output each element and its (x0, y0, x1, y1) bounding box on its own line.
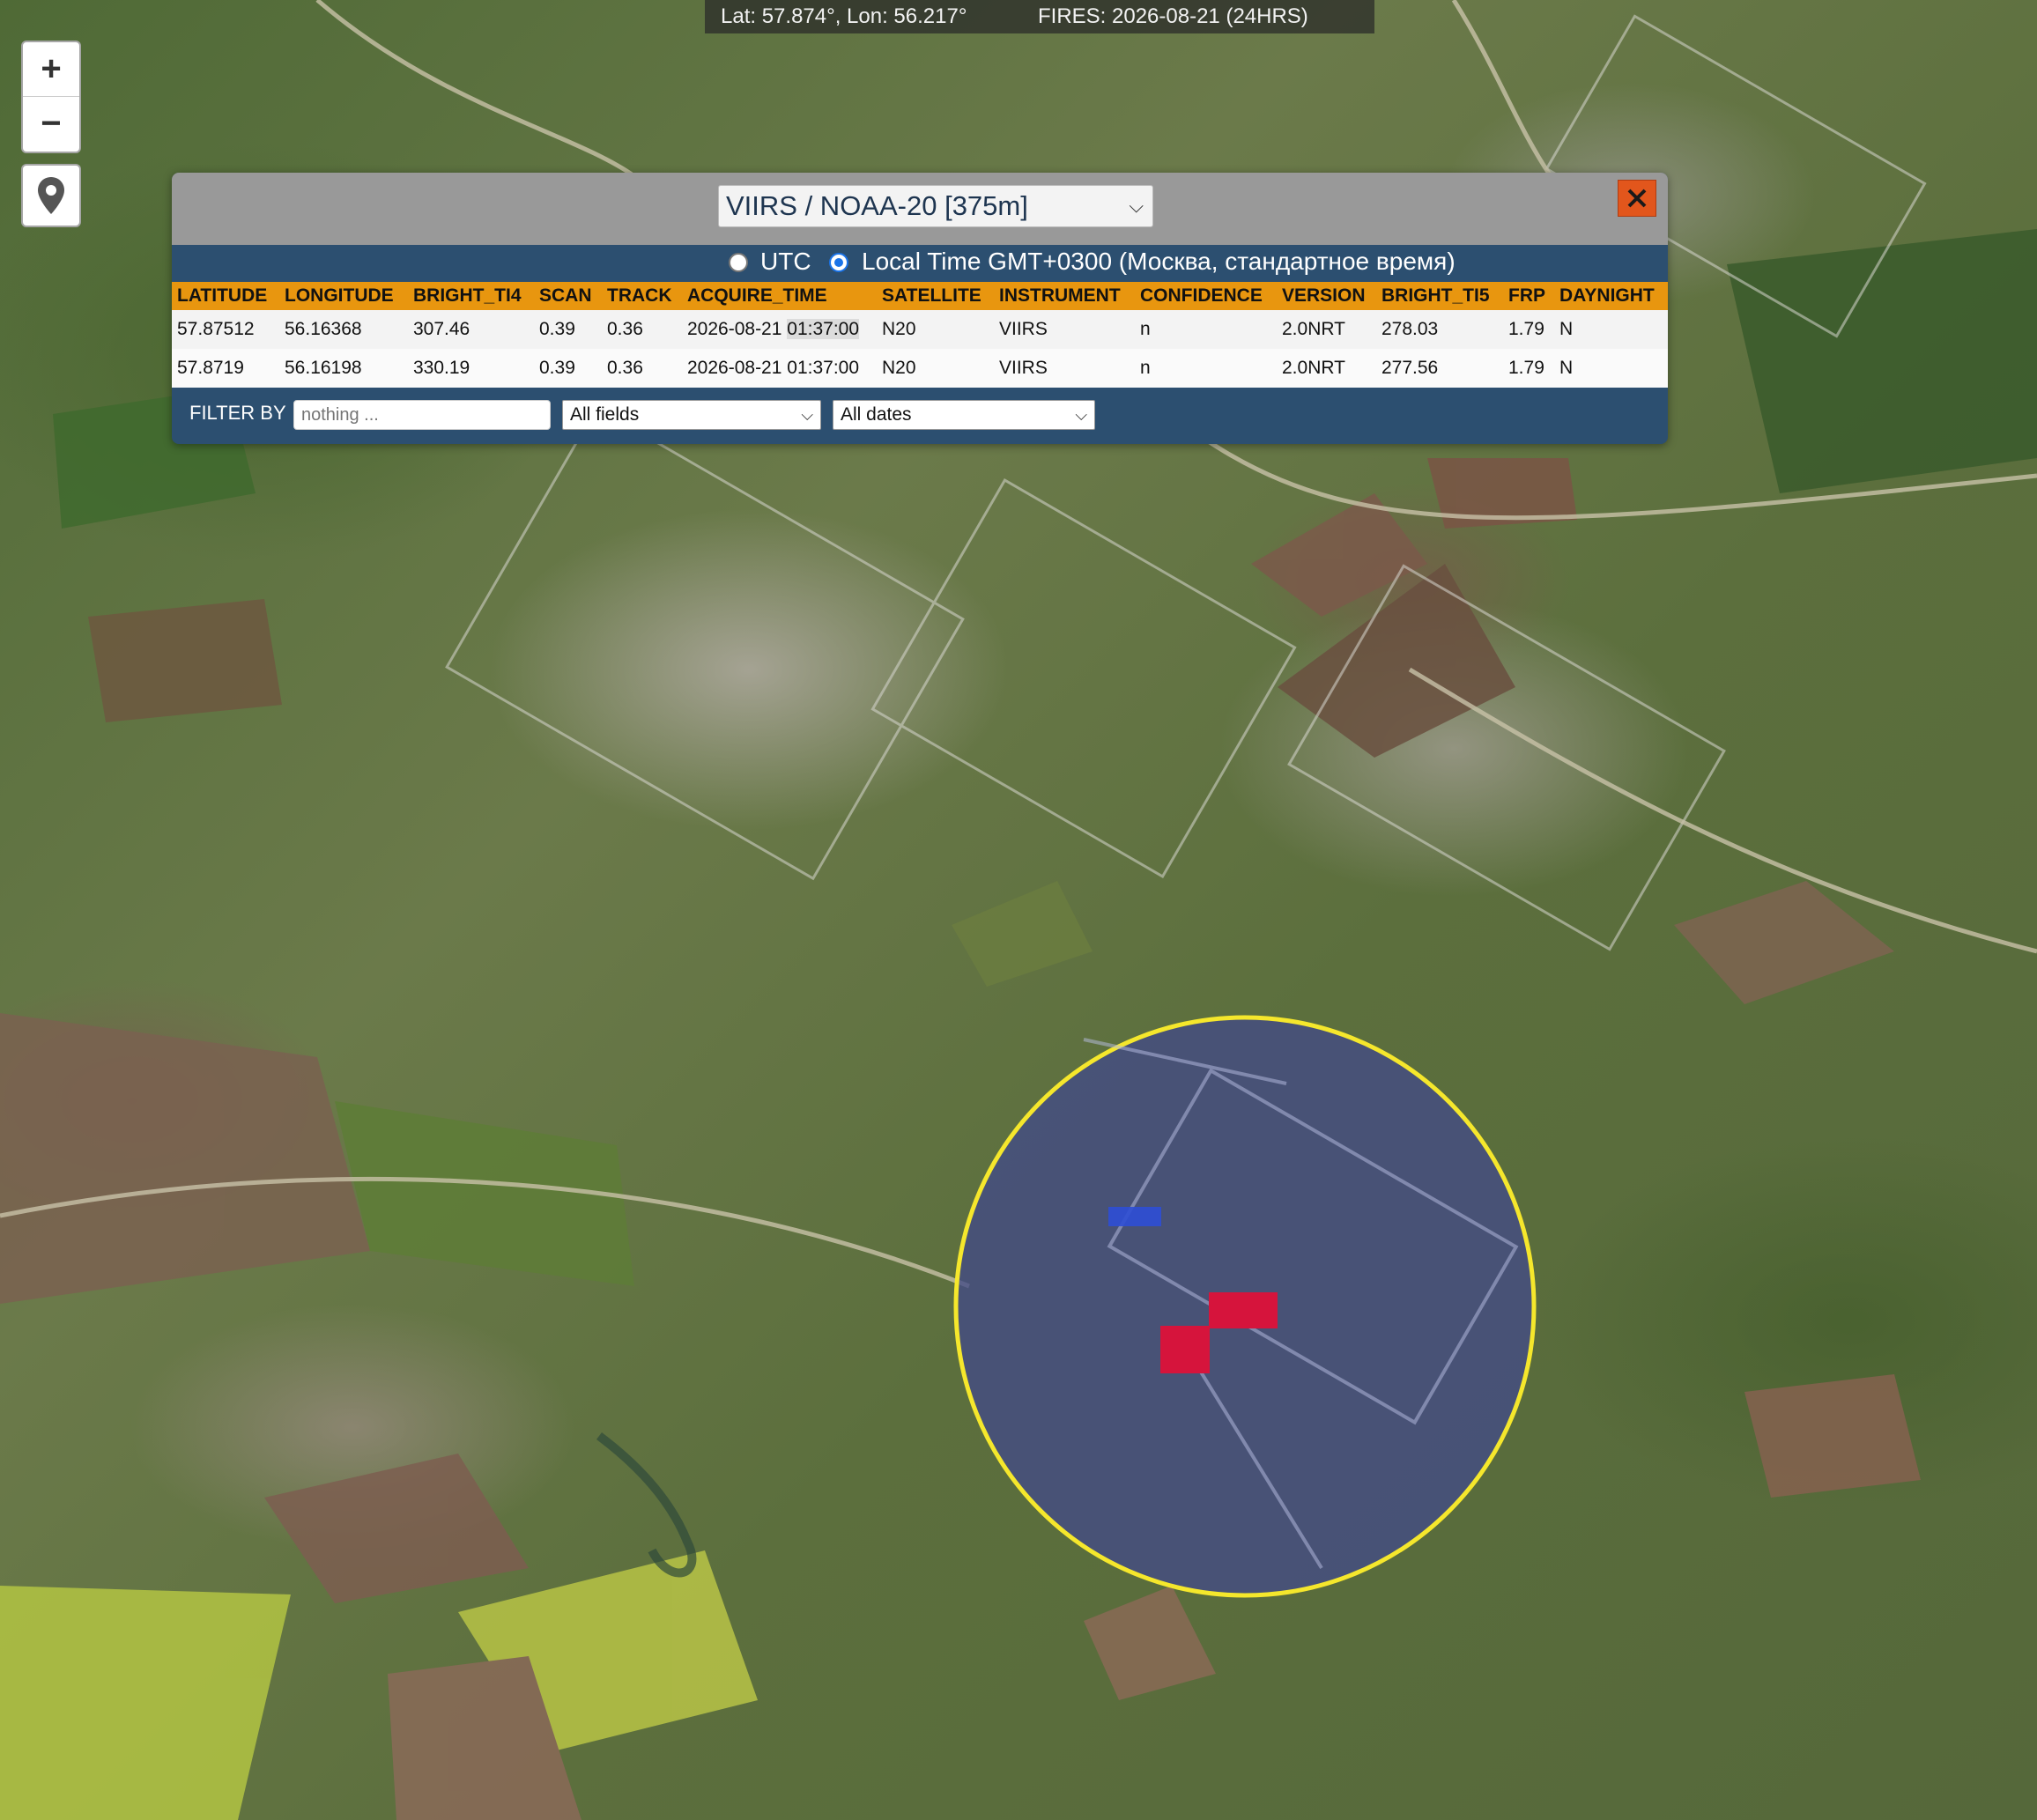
cursor-coordinates: Lat: 57.874°, Lon: 56.217° (721, 4, 967, 28)
filter-bar: FILTER BY All fields ⌵ All dates ⌵ (172, 395, 1668, 444)
local-time-label: Local Time GMT+0300 (Москва, стандартное… (862, 248, 1456, 275)
cell-version: 2.0NRT (1277, 349, 1376, 388)
fire-detections-table: LATITUDE LONGITUDE BRIGHT_TI4 SCAN TRACK… (172, 282, 1668, 388)
utc-radio[interactable] (729, 253, 748, 272)
fires-date-label: FIRES: 2026-08-21 (24HRS) (1038, 4, 1308, 28)
close-button[interactable] (1618, 180, 1656, 217)
cell-satellite: N20 (877, 310, 994, 349)
cell-latitude: 57.87512 (172, 310, 279, 349)
cell-scan: 0.39 (534, 310, 602, 349)
cell-confidence: n (1135, 310, 1277, 349)
table-header-row: LATITUDE LONGITUDE BRIGHT_TI4 SCAN TRACK… (172, 282, 1668, 310)
filter-label: FILTER BY (189, 402, 286, 424)
table-row[interactable]: 57.87512 56.16368 307.46 0.39 0.36 2026-… (172, 310, 1668, 349)
col-track[interactable]: TRACK (602, 282, 682, 310)
cell-frp: 1.79 (1503, 349, 1554, 388)
fire-data-panel: VIIRS / NOAA-20 [375m] ⌵ UTC Local Time … (172, 173, 1668, 444)
cell-bright-ti4: 307.46 (408, 310, 534, 349)
map-pin-icon (38, 177, 64, 214)
filter-field-value: All fields (570, 404, 640, 425)
cell-instrument: VIIRS (994, 349, 1135, 388)
acquire-clock: 01:37:00 (787, 358, 860, 378)
cell-track: 0.36 (602, 310, 682, 349)
filter-date-value: All dates (841, 404, 912, 425)
col-bright-ti4[interactable]: BRIGHT_TI4 (408, 282, 534, 310)
col-frp[interactable]: FRP (1503, 282, 1554, 310)
chevron-down-icon: ⌵ (1129, 195, 1144, 217)
cell-acquire-time: 2026-08-21 01:37:00 (682, 349, 877, 388)
chevron-down-icon: ⌵ (801, 406, 813, 424)
timezone-toggle: UTC Local Time GMT+0300 (Москва, стандар… (172, 245, 1668, 278)
cell-acquire-time: 2026-08-21 01:37:00 (682, 310, 877, 349)
cell-bright-ti5: 277.56 (1376, 349, 1503, 388)
col-daynight[interactable]: DAYNIGHT (1554, 282, 1668, 310)
acquire-clock: 01:37:00 (787, 319, 860, 339)
cell-bright-ti5: 278.03 (1376, 310, 1503, 349)
cell-confidence: n (1135, 349, 1277, 388)
col-version[interactable]: VERSION (1277, 282, 1376, 310)
cell-daynight: N (1554, 349, 1668, 388)
locate-button[interactable] (21, 164, 81, 227)
cell-track: 0.36 (602, 349, 682, 388)
col-acquire-time[interactable]: ACQUIRE_TIME (682, 282, 877, 310)
cell-satellite: N20 (877, 349, 994, 388)
cell-version: 2.0NRT (1277, 310, 1376, 349)
cell-latitude: 57.8719 (172, 349, 279, 388)
acquire-date: 2026-08-21 (687, 319, 782, 339)
col-bright-ti5[interactable]: BRIGHT_TI5 (1376, 282, 1503, 310)
fire-pixel (1160, 1326, 1210, 1373)
sensor-select[interactable]: VIIRS / NOAA-20 [375m] ⌵ (718, 185, 1153, 227)
col-instrument[interactable]: INSTRUMENT (994, 282, 1135, 310)
cell-longitude: 56.16198 (279, 349, 408, 388)
filter-field-select[interactable]: All fields ⌵ (562, 400, 821, 430)
filter-text-input[interactable] (293, 400, 551, 430)
cell-scan: 0.39 (534, 349, 602, 388)
cell-instrument: VIIRS (994, 310, 1135, 349)
status-bar: Lat: 57.874°, Lon: 56.217° FIRES: 2026-0… (705, 0, 1374, 33)
table-row[interactable]: 57.8719 56.16198 330.19 0.39 0.36 2026-0… (172, 349, 1668, 388)
zoom-control: + − (21, 41, 81, 153)
close-icon (1627, 189, 1647, 208)
col-longitude[interactable]: LONGITUDE (279, 282, 408, 310)
cell-daynight: N (1554, 310, 1668, 349)
col-scan[interactable]: SCAN (534, 282, 602, 310)
panel-header: VIIRS / NOAA-20 [375m] ⌵ (172, 173, 1668, 245)
sensor-select-value: VIIRS / NOAA-20 [375m] (726, 190, 1028, 221)
utc-label: UTC (760, 248, 811, 275)
zoom-in-button[interactable]: + (23, 42, 79, 96)
col-satellite[interactable]: SATELLITE (877, 282, 994, 310)
fire-pixel (1209, 1292, 1278, 1328)
chevron-down-icon: ⌵ (1075, 406, 1087, 424)
filter-date-select[interactable]: All dates ⌵ (833, 400, 1095, 430)
cell-longitude: 56.16368 (279, 310, 408, 349)
cell-frp: 1.79 (1503, 310, 1554, 349)
zoom-out-button[interactable]: − (23, 96, 79, 151)
acquire-date: 2026-08-21 (687, 358, 782, 378)
col-latitude[interactable]: LATITUDE (172, 282, 279, 310)
cell-bright-ti4: 330.19 (408, 349, 534, 388)
local-time-radio[interactable] (829, 253, 848, 272)
col-confidence[interactable]: CONFIDENCE (1135, 282, 1277, 310)
